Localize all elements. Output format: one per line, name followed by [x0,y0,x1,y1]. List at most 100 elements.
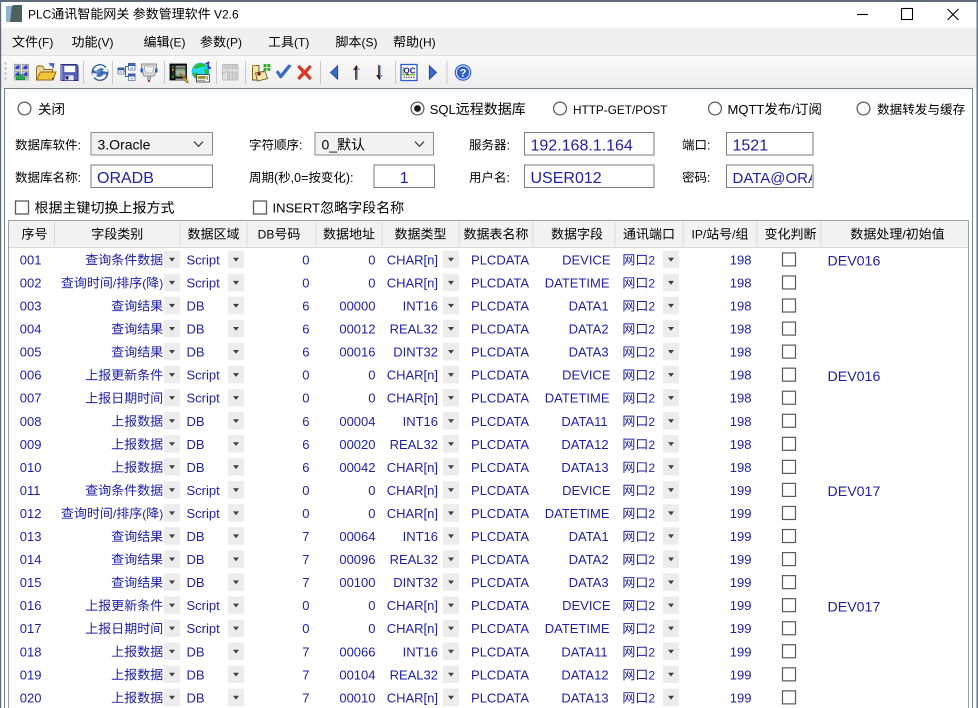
svg-text:2: 2 [648,346,655,360]
svg-text:CHAR[n]: CHAR[n] [387,506,438,521]
svg-text:CHAR[n]: CHAR[n] [387,483,438,498]
svg-text:(: ( [142,507,146,521]
svg-text:009: 009 [20,437,42,452]
svg-text:00000: 00000 [339,299,375,314]
svg-text:2: 2 [648,369,655,383]
svg-text:DINT32: DINT32 [393,345,438,360]
svg-text:Script: Script [187,506,221,521]
svg-text:002: 002 [20,275,42,290]
svg-text:PLCDATA: PLCDATA [471,575,529,590]
svg-text:198: 198 [730,368,752,383]
svg-text:INSERT: INSERT [273,201,320,216]
svg-text:1521: 1521 [733,137,769,154]
svg-text:3.Oracle: 3.Oracle [98,137,151,153]
svg-text:198: 198 [730,460,752,475]
svg-text:0: 0 [368,252,375,267]
svg-text:2: 2 [648,599,655,613]
svg-text:(S): (S) [362,36,378,50]
svg-text:DINT32: DINT32 [393,575,438,590]
svg-text:Script: Script [187,598,221,613]
svg-text:DATA12: DATA12 [561,667,608,682]
svg-text:198: 198 [730,275,752,290]
svg-text:2: 2 [648,553,655,567]
svg-text:DEV016: DEV016 [828,254,881,270]
svg-text:0: 0 [368,368,375,383]
svg-text:DATA13: DATA13 [561,690,608,705]
svg-text:SQL: SQL [430,102,456,117]
svg-text:DB: DB [187,667,205,682]
svg-text:0: 0 [302,598,309,613]
svg-text::: : [707,138,710,152]
svg-text:DATA1: DATA1 [569,529,609,544]
svg-text:DB: DB [187,437,205,452]
svg-text:6: 6 [302,299,309,314]
svg-text:CHAR[n]: CHAR[n] [387,368,438,383]
svg-text:DB: DB [258,228,275,242]
svg-text:DATA11: DATA11 [561,414,607,429]
svg-text:):: ): [346,171,354,185]
svg-text:019: 019 [20,667,42,682]
svg-text:00004: 00004 [339,414,375,429]
svg-text:PLC: PLC [28,8,52,22]
svg-text:013: 013 [20,529,42,544]
svg-text:015: 015 [20,575,42,590]
svg-text:DATETIME: DATETIME [545,391,610,406]
svg-text:REAL32: REAL32 [390,322,438,337]
svg-text:0: 0 [302,506,309,521]
svg-text:199: 199 [730,621,752,636]
svg-text:IP/: IP/ [692,228,707,242]
svg-text:DATA13: DATA13 [561,460,608,475]
svg-text:DB: DB [187,575,205,590]
svg-text:2: 2 [648,323,655,337]
svg-text:0: 0 [302,483,309,498]
svg-text:DB: DB [187,345,205,360]
svg-text:004: 004 [20,322,42,337]
svg-text:HTTP-GET/POST: HTTP-GET/POST [573,103,667,117]
svg-text:00010: 00010 [339,690,375,705]
svg-text:DEVICE: DEVICE [562,252,611,267]
svg-text:DATA3: DATA3 [569,575,609,590]
svg-text:): ) [159,507,163,521]
svg-text:6: 6 [302,345,309,360]
svg-text:CHAR[n]: CHAR[n] [387,598,438,613]
svg-text:DEV017: DEV017 [828,484,881,500]
svg-text:017: 017 [20,621,42,636]
svg-text:00064: 00064 [339,529,375,544]
svg-text:6: 6 [302,437,309,452]
svg-text:7: 7 [302,552,309,567]
svg-text:00104: 00104 [339,667,375,682]
svg-text:DB: DB [187,690,205,705]
svg-text:0: 0 [368,506,375,521]
svg-text:V2.6: V2.6 [214,8,239,22]
svg-text:2: 2 [648,484,655,498]
svg-text:198: 198 [730,252,752,267]
svg-text:CHAR[n]: CHAR[n] [387,252,438,267]
svg-text:REAL32: REAL32 [390,552,438,567]
svg-text:0: 0 [368,275,375,290]
svg-text:6: 6 [302,460,309,475]
svg-text:192.168.1.164: 192.168.1.164 [531,137,633,154]
svg-text:REAL32: REAL32 [390,437,438,452]
svg-text:2: 2 [648,461,655,475]
svg-text:005: 005 [20,345,42,360]
svg-text:DATA11: DATA11 [561,644,607,659]
svg-text:2: 2 [648,691,655,705]
svg-text:CHAR[n]: CHAR[n] [387,275,438,290]
svg-text:7: 7 [302,644,309,659]
svg-text:CHAR[n]: CHAR[n] [387,621,438,636]
svg-text:MQTT: MQTT [728,102,765,117]
svg-text:DEVICE: DEVICE [562,598,611,613]
svg-text:7: 7 [302,529,309,544]
svg-text:(P): (P) [226,36,242,50]
svg-text:00066: 00066 [339,644,375,659]
svg-text:DB: DB [187,529,205,544]
svg-text:2: 2 [648,392,655,406]
svg-text:INT16: INT16 [403,414,438,429]
svg-text::: : [299,138,302,152]
svg-text:Script: Script [187,368,221,383]
svg-text:Script: Script [187,621,221,636]
svg-text:DB: DB [187,460,205,475]
svg-text:DB: DB [187,552,205,567]
svg-text:DATA1: DATA1 [569,299,609,314]
svg-text:7: 7 [302,575,309,590]
